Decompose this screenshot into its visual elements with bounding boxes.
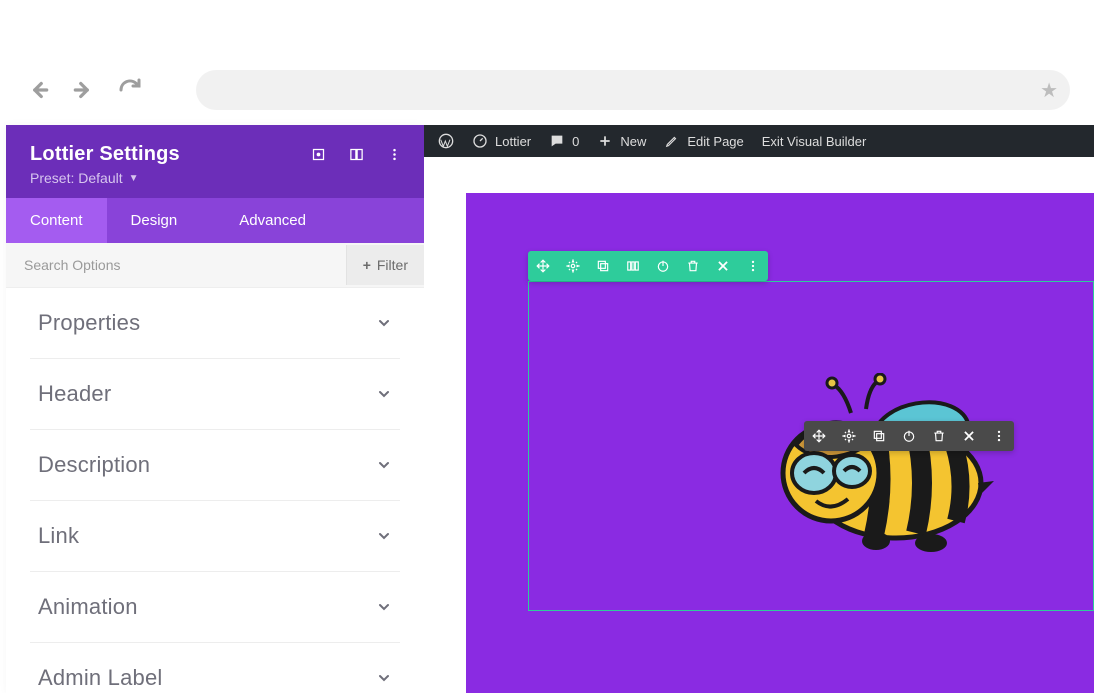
search-input[interactable]: Search Options	[6, 243, 346, 287]
edit-page-label: Edit Page	[687, 134, 743, 149]
section-label: Animation	[38, 594, 138, 620]
new-link[interactable]: New	[597, 133, 646, 149]
plus-icon: +	[363, 257, 371, 273]
exit-vb-label: Exit Visual Builder	[762, 134, 867, 149]
section-label: Admin Label	[38, 665, 163, 691]
section-description[interactable]: Description	[30, 430, 400, 501]
browser-toolbar: ★	[0, 0, 1094, 120]
row-toolbar	[528, 251, 768, 281]
chevron-down-icon	[376, 599, 392, 615]
close-icon[interactable]	[954, 421, 984, 451]
panel-header-icons	[310, 147, 402, 163]
duplicate-icon[interactable]	[588, 251, 618, 281]
bookmark-star-icon[interactable]: ★	[1040, 78, 1058, 103]
plus-icon	[597, 133, 613, 149]
tab-content[interactable]: Content	[6, 198, 107, 243]
preset-selector[interactable]: Preset: Default ▼	[30, 170, 402, 186]
app-surface: Lottier Settings Preset: De	[6, 125, 1094, 693]
site-name[interactable]: Lottier	[472, 133, 531, 149]
close-icon[interactable]	[708, 251, 738, 281]
reload-icon[interactable]	[116, 76, 144, 104]
page-canvas[interactable]	[466, 193, 1094, 693]
comments-count: 0	[572, 134, 579, 149]
chevron-down-icon	[376, 528, 392, 544]
section-admin-label[interactable]: Admin Label	[30, 643, 400, 693]
section-label: Link	[38, 523, 79, 549]
duplicate-icon[interactable]	[864, 421, 894, 451]
gear-icon[interactable]	[834, 421, 864, 451]
section-label: Description	[38, 452, 150, 478]
kebab-icon[interactable]	[738, 251, 768, 281]
move-icon[interactable]	[804, 421, 834, 451]
pencil-icon	[664, 133, 680, 149]
section-link[interactable]: Link	[30, 501, 400, 572]
tab-design[interactable]: Design	[107, 198, 202, 243]
power-icon[interactable]	[648, 251, 678, 281]
trash-icon[interactable]	[678, 251, 708, 281]
dashboard-icon	[472, 133, 488, 149]
kebab-icon[interactable]	[984, 421, 1014, 451]
section-animation[interactable]: Animation	[30, 572, 400, 643]
columns-icon[interactable]	[348, 147, 364, 163]
filter-label: Filter	[377, 257, 408, 273]
tab-advanced[interactable]: Advanced	[215, 198, 330, 243]
chevron-down-icon	[376, 386, 392, 402]
gear-icon[interactable]	[558, 251, 588, 281]
section-label: Properties	[38, 310, 140, 336]
comments-link[interactable]: 0	[549, 133, 579, 149]
move-icon[interactable]	[528, 251, 558, 281]
section-properties[interactable]: Properties	[30, 288, 400, 359]
nav-arrows	[24, 76, 144, 104]
panel-tabs: Content Design Advanced	[6, 198, 424, 243]
site-name-label: Lottier	[495, 134, 531, 149]
comment-icon	[549, 133, 565, 149]
chevron-down-icon	[376, 315, 392, 331]
settings-panel: Lottier Settings Preset: De	[6, 125, 424, 693]
panel-header: Lottier Settings Preset: De	[6, 125, 424, 198]
panel-title: Lottier Settings	[30, 143, 180, 166]
browser-frame: ★ Lottier Settings	[0, 0, 1094, 693]
preset-label: Preset: Default	[30, 170, 123, 186]
canvas-wrap	[424, 157, 1094, 693]
chevron-down-icon	[376, 457, 392, 473]
settings-accordion: Properties Header Description Link Anima…	[6, 288, 424, 693]
chevron-down-icon	[376, 670, 392, 686]
back-icon[interactable]	[24, 76, 52, 104]
page-viewport: Lottier 0 New	[424, 125, 1094, 693]
power-icon[interactable]	[894, 421, 924, 451]
exit-vb-link[interactable]: Exit Visual Builder	[762, 134, 867, 149]
wp-admin-bar: Lottier 0 New	[424, 125, 1094, 157]
caret-down-icon: ▼	[129, 173, 139, 184]
section-label: Header	[38, 381, 111, 407]
lottie-animation-bee[interactable]	[756, 373, 996, 553]
wordpress-icon	[438, 133, 454, 149]
columns-icon[interactable]	[618, 251, 648, 281]
kebab-icon[interactable]	[386, 147, 402, 163]
trash-icon[interactable]	[924, 421, 954, 451]
section-header[interactable]: Header	[30, 359, 400, 430]
edit-page-link[interactable]: Edit Page	[664, 133, 743, 149]
wp-logo[interactable]	[438, 133, 454, 149]
filter-button[interactable]: + Filter	[346, 245, 424, 285]
new-label: New	[620, 134, 646, 149]
search-row: Search Options + Filter	[6, 243, 424, 288]
element-toolbar	[804, 421, 1014, 451]
forward-icon[interactable]	[70, 76, 98, 104]
url-bar[interactable]: ★	[196, 70, 1070, 110]
expand-icon[interactable]	[310, 147, 326, 163]
